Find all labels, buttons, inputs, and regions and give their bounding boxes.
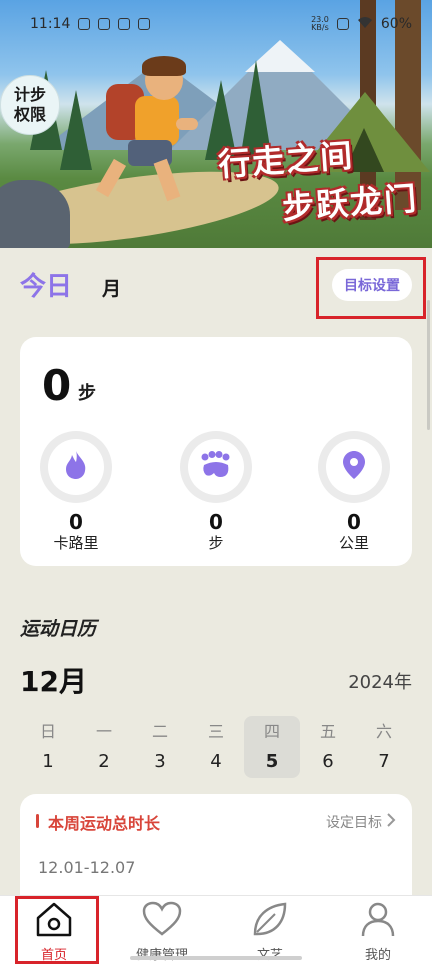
date-label: 1 [42, 751, 54, 772]
calendar-title: 运动日历 [20, 618, 97, 640]
date-label: 6 [322, 751, 334, 772]
steps-label: 步 [208, 534, 224, 552]
period-tabs: 今日 月 [20, 266, 121, 303]
weekday-label: 日 [39, 722, 56, 741]
chevron-right-icon[interactable] [386, 812, 396, 832]
step-unit: 步 [78, 383, 96, 404]
flame-icon [63, 450, 89, 484]
highlight-box [15, 896, 99, 964]
footprint-icon [200, 451, 232, 483]
date-label: 2 [98, 751, 110, 772]
app-icon [138, 18, 151, 30]
clock: 11:14 [30, 16, 71, 32]
hiker-body [135, 96, 179, 146]
steps-stat: 0 步 [180, 431, 252, 553]
person-icon [359, 900, 397, 942]
network-speed: 23.0 KB/s [311, 15, 329, 32]
nav-health-label: 健康管理 [136, 944, 188, 963]
calendar-day-selected[interactable]: 四5 [244, 716, 300, 778]
weekday-label: 一 [95, 722, 112, 741]
hiker-hair [142, 56, 186, 76]
calendar-day[interactable]: 日1 [20, 716, 76, 778]
calendar-day[interactable]: 六7 [356, 716, 412, 778]
week-date-range: 12.01-12.07 [38, 858, 136, 877]
weekly-exercise-title: 本周运动总时长 [48, 814, 161, 833]
status-bar: 11:14 23.0 KB/s 60% [0, 0, 432, 46]
tab-month[interactable]: 月 [102, 274, 121, 301]
nav-profile-label: 我的 [364, 948, 391, 963]
tiktok-icon [118, 18, 131, 30]
calendar-day[interactable]: 三4 [188, 716, 244, 778]
nav-culture-label: 文艺 [257, 944, 283, 963]
hero-banner: 11:14 23.0 KB/s 60% 计步 权限 行走之间 步跃龙门 [0, 0, 432, 248]
wifi-icon [357, 16, 373, 32]
calendar-month: 12月 [20, 665, 87, 698]
hero-slogan-line2: 步跃龙门 [280, 179, 420, 227]
steps-value: 0 [209, 510, 223, 534]
distance-label: 公里 [338, 534, 369, 552]
highlight-box [316, 257, 426, 319]
tree [60, 90, 92, 170]
step-permission-badge[interactable]: 计步 权限 [0, 75, 60, 135]
nav-profile[interactable]: 我的 [324, 896, 432, 964]
weekday-label: 五 [319, 722, 336, 741]
date-label: 5 [265, 751, 279, 772]
weekday-label: 四 [263, 722, 280, 741]
badge-line2: 权限 [13, 105, 46, 124]
distance-stat: 0 公里 [318, 431, 390, 553]
weekday-label: 三 [207, 722, 224, 741]
hero-slogan-line1: 行走之间 [216, 136, 356, 184]
date-label: 7 [378, 751, 390, 772]
set-goal-link[interactable]: 设定目标 [326, 812, 382, 832]
badge-line1: 计步 [13, 85, 46, 104]
gallery-icon [78, 18, 91, 30]
weekday-label: 二 [151, 722, 168, 741]
calendar-week: 日1 一2 二3 三4 四5 五6 六7 [20, 716, 412, 778]
distance-value: 0 [347, 510, 361, 534]
title-accent-bar [36, 814, 39, 828]
calories-label: 卡路里 [53, 534, 99, 552]
calories-value: 0 [69, 510, 83, 534]
calendar-day[interactable]: 一2 [76, 716, 132, 778]
hiker-arm [176, 118, 198, 130]
nav-culture[interactable]: 文艺 [216, 896, 324, 964]
gesture-bar[interactable] [130, 956, 302, 960]
app-icon [98, 18, 111, 30]
battery-level: 60% [380, 16, 412, 32]
calendar-day[interactable]: 五6 [300, 716, 356, 778]
calendar-day[interactable]: 二3 [132, 716, 188, 778]
leaf-icon [251, 900, 289, 942]
weekday-label: 六 [375, 722, 392, 741]
location-pin-icon [342, 450, 366, 484]
calendar-year: 2024年 [348, 672, 412, 693]
scrollbar[interactable] [427, 300, 430, 430]
nav-health[interactable]: 健康管理 [108, 896, 216, 964]
sim-icon [336, 18, 349, 30]
step-summary-card: 0 步 0 卡路里 0 步 0 公里 [20, 337, 412, 566]
date-label: 4 [210, 751, 222, 772]
calories-stat: 0 卡路里 [40, 431, 112, 553]
heart-icon [141, 900, 183, 942]
date-label: 3 [154, 751, 166, 772]
tab-today[interactable]: 今日 [20, 266, 72, 303]
step-count: 0 [42, 361, 72, 410]
